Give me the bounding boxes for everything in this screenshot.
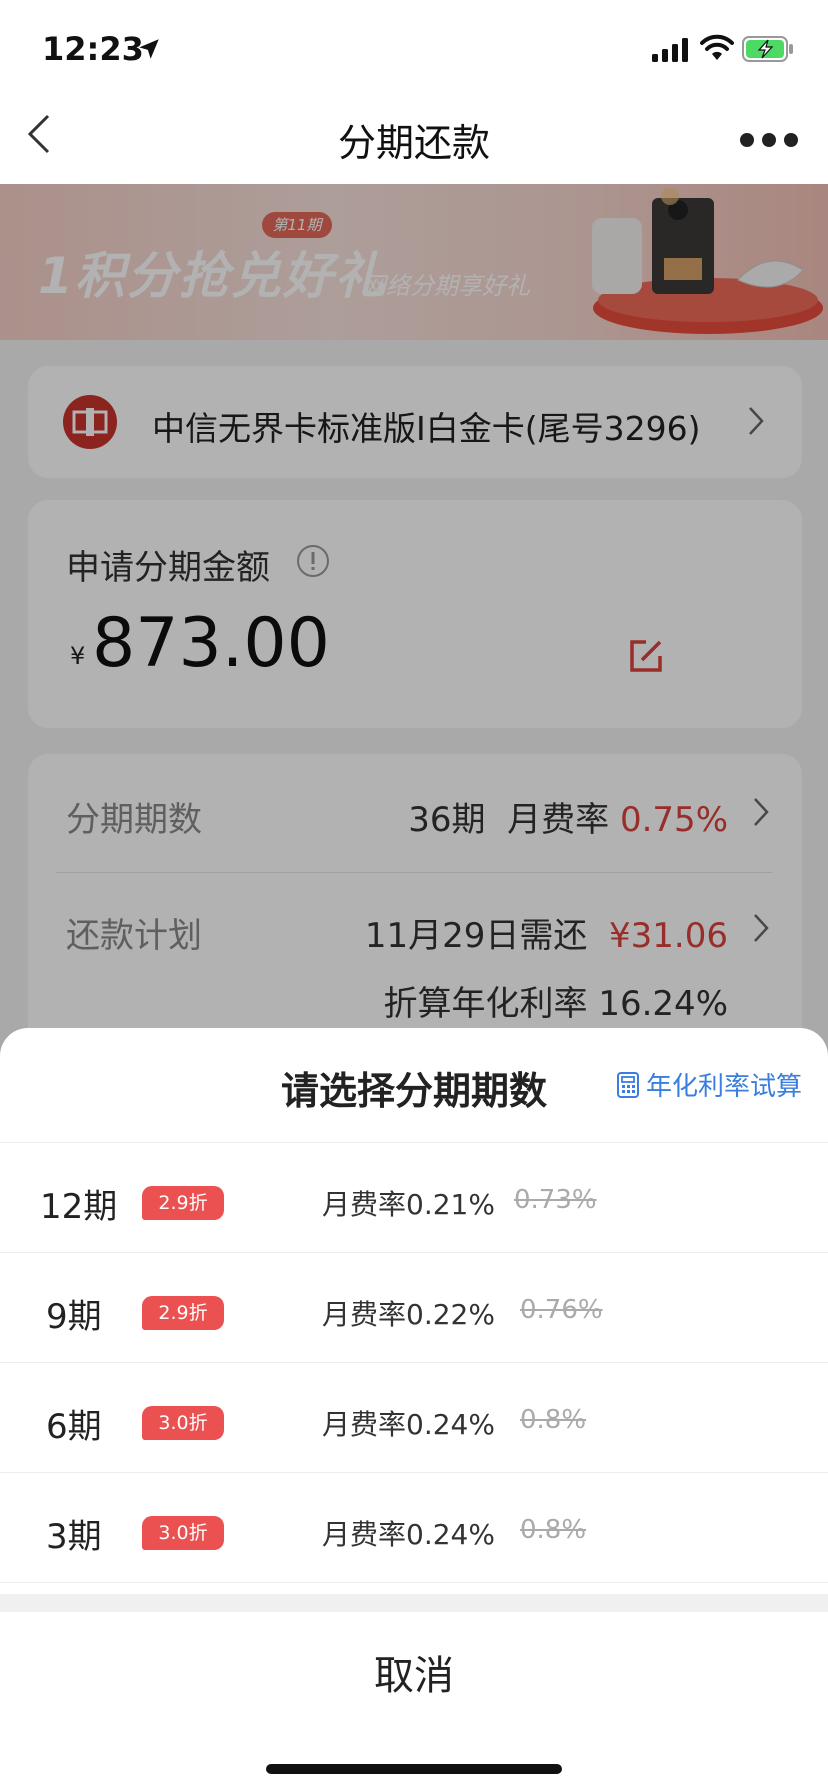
- wifi-icon: [700, 34, 734, 60]
- period-option[interactable]: 3期 3.0折 月费率0.24% 0.8%: [0, 1473, 828, 1583]
- period-option[interactable]: 9期 2.9折 月费率0.22% 0.76%: [0, 1253, 828, 1363]
- option-period: 6期: [46, 1407, 102, 1447]
- signal-icon: [652, 38, 688, 62]
- status-time: 12:23: [42, 30, 144, 68]
- option-rate: 月费率0.24%: [322, 1518, 495, 1551]
- annual-rate-calculator-link[interactable]: 年化利率试算: [616, 1066, 802, 1103]
- period-option[interactable]: 12期 2.9折 月费率0.21% 0.73%: [0, 1143, 828, 1253]
- location-arrow-icon: [139, 39, 159, 59]
- option-rate: 月费率0.24%: [322, 1408, 495, 1441]
- discount-badge: 3.0折: [142, 1406, 224, 1440]
- discount-badge: 2.9折: [142, 1296, 224, 1330]
- option-period: 12期: [40, 1187, 118, 1227]
- more-dots-icon[interactable]: [738, 130, 800, 150]
- period-option[interactable]: 6期 3.0折 月费率0.24% 0.8%: [0, 1363, 828, 1473]
- option-original-rate: 0.8%: [520, 1515, 587, 1545]
- battery-charging-icon: [742, 36, 793, 62]
- calc-link-label: 年化利率试算: [646, 1072, 803, 1102]
- option-period: 3期: [46, 1517, 102, 1557]
- page-title: 分期还款: [337, 121, 490, 165]
- option-original-rate: 0.73%: [514, 1185, 597, 1215]
- option-rate: 月费率0.22%: [322, 1298, 495, 1331]
- option-period: 9期: [46, 1297, 102, 1337]
- discount-badge: 3.0折: [142, 1516, 224, 1550]
- calculator-icon: [617, 1071, 639, 1098]
- cancel-button[interactable]: 取消: [0, 1612, 828, 1732]
- option-original-rate: 0.76%: [520, 1295, 603, 1325]
- discount-badge: 2.9折: [142, 1186, 224, 1220]
- option-original-rate: 0.8%: [520, 1405, 587, 1435]
- separator-band: [0, 1594, 828, 1612]
- home-indicator: [266, 1764, 562, 1774]
- option-rate: 月费率0.21%: [322, 1188, 495, 1221]
